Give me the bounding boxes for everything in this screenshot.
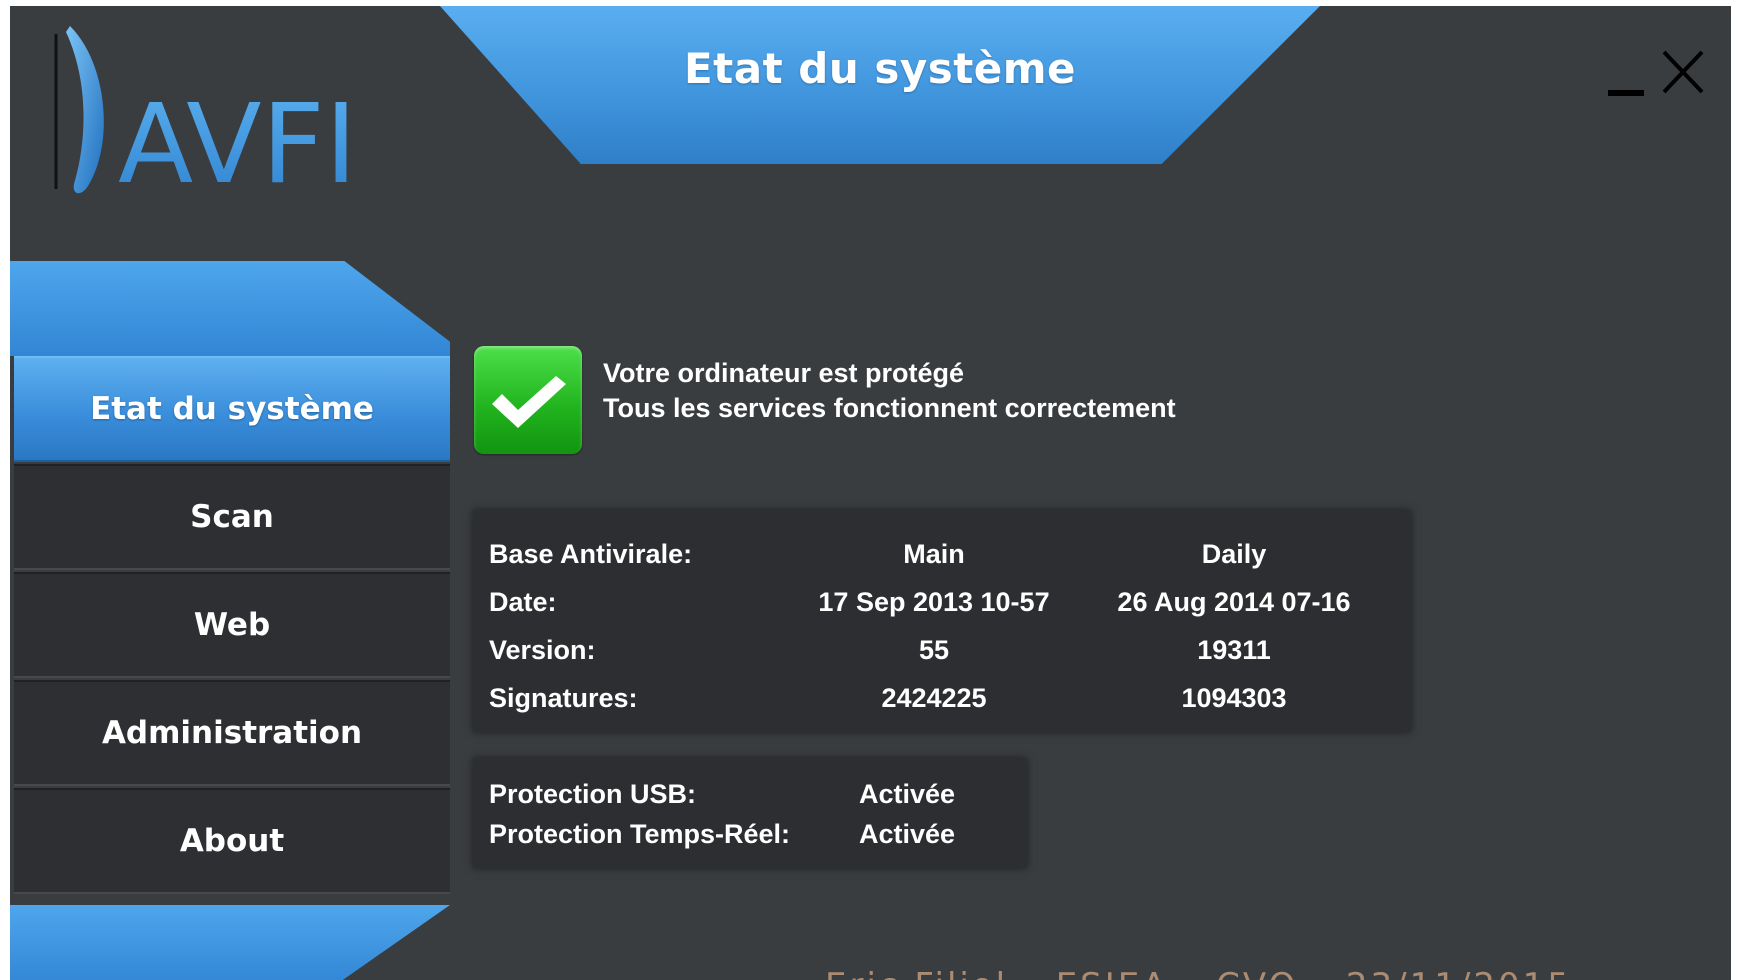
protection-usb-value: Activée	[859, 778, 956, 809]
page-title: Etat du système	[683, 44, 1077, 93]
daily-date: 26 Aug 2014 07-16	[1117, 586, 1351, 617]
sidebar-bottom-decoration	[10, 905, 450, 980]
protection-usb-label: Protection USB:	[489, 778, 697, 809]
antivirus-window: AVFI Etat du système Etat du système Sca…	[10, 6, 1731, 980]
logo-text: AVFI	[118, 80, 357, 208]
header-main: Main	[903, 538, 965, 569]
avfi-logo: AVFI	[54, 26, 357, 208]
close-icon	[1662, 50, 1704, 94]
protection-realtime-label: Protection Temps-Réel:	[489, 818, 791, 849]
sidebar-top-decoration	[10, 261, 450, 356]
sidebar-item-scan[interactable]: Scan	[14, 464, 450, 570]
row-label: Signatures:	[489, 682, 638, 713]
sidebar-item-web[interactable]: Web	[14, 572, 450, 678]
sidebar: Etat du système Scan Web Administration …	[10, 261, 450, 980]
minimize-button[interactable]	[1608, 76, 1646, 96]
sidebar-item-label: About	[179, 823, 285, 859]
protection-usb-row: Protection USB: Activée	[489, 774, 955, 814]
row-label: Version:	[489, 634, 596, 665]
header-daily: Daily	[1201, 538, 1267, 569]
daily-signatures: 1094303	[1181, 682, 1287, 713]
table-row: Version: 55 19311	[489, 626, 1409, 674]
close-button[interactable]	[1660, 48, 1706, 96]
protection-status: Votre ordinateur est protégé Tous les se…	[603, 356, 1176, 426]
sidebar-item-administration[interactable]: Administration	[14, 680, 450, 786]
sidebar-item-label: Etat du système	[90, 391, 374, 427]
main-version: 55	[918, 634, 950, 665]
status-line-protected: Votre ordinateur est protégé	[603, 358, 965, 388]
daily-version: 19311	[1197, 634, 1271, 665]
sidebar-item-etat-du-systeme[interactable]: Etat du système	[14, 356, 450, 462]
main-signatures: 2424225	[881, 682, 987, 713]
protection-realtime-row: Protection Temps-Réel: Activée	[489, 814, 955, 854]
row-label: Date:	[489, 586, 557, 617]
antivirus-database-table: Base Antivirale: Main Daily Date: 17 Sep…	[489, 530, 1409, 722]
minimize-icon	[1608, 90, 1644, 96]
sidebar-item-about[interactable]: About	[14, 788, 450, 894]
footer-watermark: Eric Filiol – ESIEA – CVO – 23/11/2015	[825, 966, 1572, 980]
sidebar-item-label: Web	[193, 607, 271, 643]
table-row: Signatures: 2424225 1094303	[489, 674, 1409, 722]
status-line-services: Tous les services fonctionnent correctem…	[603, 393, 1176, 423]
main-date: 17 Sep 2013 10-57	[818, 586, 1050, 617]
table-row: Date: 17 Sep 2013 10-57 26 Aug 2014 07-1…	[489, 578, 1409, 626]
checkmark-icon	[474, 346, 582, 454]
sidebar-item-label: Scan	[190, 499, 274, 535]
header-label: Base Antivirale:	[489, 538, 693, 569]
antivirus-database-panel: Base Antivirale: Main Daily Date: 17 Sep…	[473, 510, 1411, 732]
sidebar-item-label: Administration	[101, 715, 363, 751]
protection-realtime-value: Activée	[859, 818, 956, 849]
protection-panel: Protection USB: Activée Protection Temps…	[473, 758, 1027, 868]
table-header-row: Base Antivirale: Main Daily	[489, 530, 1409, 578]
